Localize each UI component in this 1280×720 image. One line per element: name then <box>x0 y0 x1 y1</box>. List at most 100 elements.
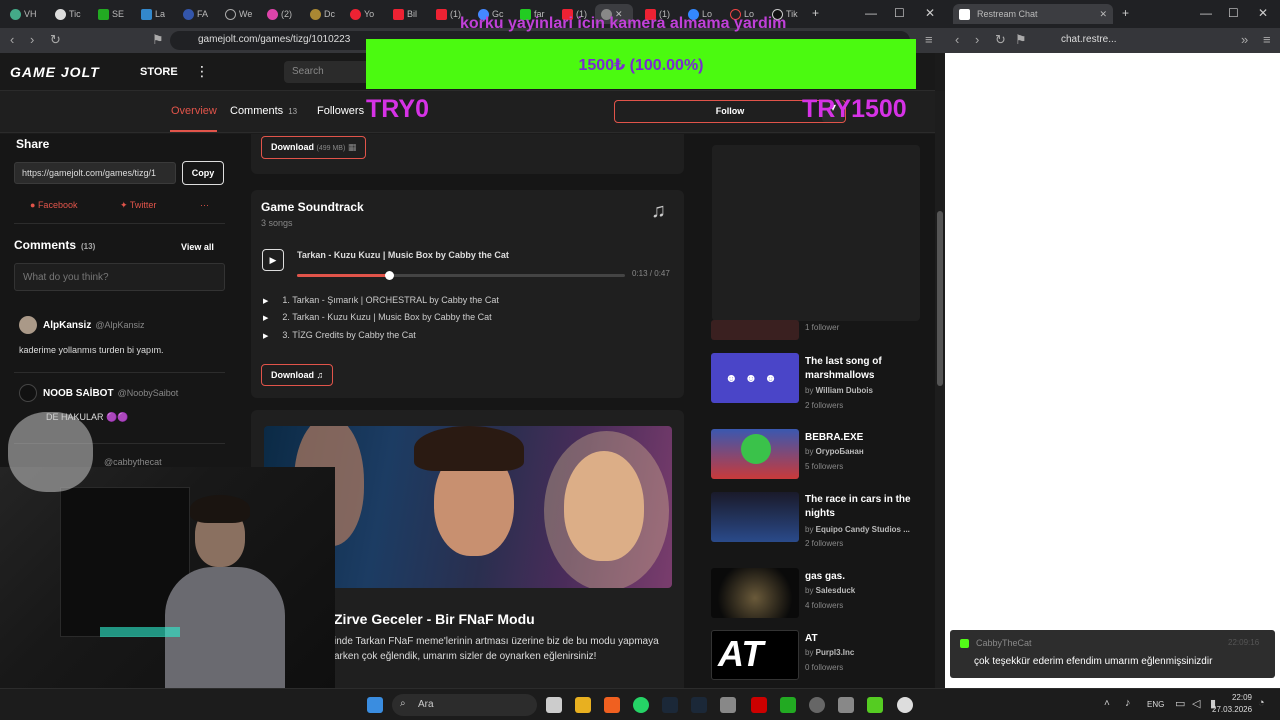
copy-button[interactable]: Copy <box>182 161 224 185</box>
new-tab-icon[interactable]: + <box>1122 6 1129 20</box>
browser-tab[interactable]: Yo <box>350 4 374 24</box>
steam-icon[interactable] <box>662 697 678 713</box>
app-icon[interactable] <box>720 697 736 713</box>
menu-icon[interactable]: ≡ <box>925 32 933 47</box>
url-text[interactable]: chat.restre... <box>1061 34 1117 45</box>
track-item[interactable]: ▶ 1. Tarkan - Şımarık | ORCHESTRAL by Cab… <box>263 295 499 305</box>
facebook-share[interactable]: ● Facebook <box>30 200 77 210</box>
browser-tab[interactable]: (2) <box>267 4 292 24</box>
avatar[interactable] <box>19 384 37 402</box>
store-link[interactable]: STORE <box>140 66 178 78</box>
minimize-icon[interactable]: — <box>865 6 877 20</box>
file-explorer-icon[interactable] <box>575 697 591 713</box>
menu-icon[interactable]: ≡ <box>1263 32 1271 47</box>
microphone-icon[interactable]: ♪ <box>1125 697 1131 709</box>
game-author[interactable]: by Salesduck <box>805 586 855 595</box>
clock-time[interactable]: 22:09 <box>1228 693 1252 702</box>
track-item[interactable]: ▶ 3. TİZG Credits by Cabby the Cat <box>263 330 416 340</box>
bookmark-icon[interactable]: ⚑ <box>1015 32 1027 48</box>
browser-tab[interactable]: VH <box>10 4 37 24</box>
browser-tab[interactable]: Tic <box>55 4 81 24</box>
game-thumbnail[interactable] <box>711 429 799 479</box>
search-input[interactable]: Search <box>284 61 374 83</box>
app-icon[interactable] <box>867 697 883 713</box>
game-author[interactable]: by Equipo Candy Studios ... <box>805 525 910 534</box>
tab-comments[interactable]: Comments 13 <box>230 105 297 117</box>
minimize-icon[interactable]: — <box>1200 6 1212 20</box>
app-icon[interactable] <box>780 697 796 713</box>
network-icon[interactable]: ▭ <box>1175 697 1185 710</box>
game-title[interactable]: The last song of marshmallows <box>805 355 920 383</box>
reload-icon[interactable]: ↻ <box>50 32 61 48</box>
scrollbar-thumb[interactable] <box>937 211 943 386</box>
game-title[interactable]: The race in cars in the nights <box>805 493 920 521</box>
app-icon[interactable] <box>809 697 825 713</box>
game-thumbnail[interactable] <box>711 568 799 618</box>
forward-icon[interactable]: › <box>975 32 979 47</box>
track-item[interactable]: ▶ 2. Tarkan - Kuzu Kuzu | Music Box by Ca… <box>263 312 492 322</box>
browser-tab-active[interactable]: Restream Chat ✕ <box>953 4 1113 24</box>
game-thumbnail[interactable] <box>711 320 799 340</box>
game-title[interactable]: BEBRA.EXE <box>805 431 920 445</box>
notifications-icon[interactable]: ◔ <box>1258 697 1265 709</box>
comment-author[interactable]: NOOB SAİBOT @NoobySaibot <box>43 388 178 399</box>
back-icon[interactable]: ‹ <box>955 32 959 47</box>
tray-chevron-icon[interactable]: ˄ <box>1104 698 1110 709</box>
browser-tab[interactable]: Bil <box>393 4 417 24</box>
gamejolt-logo[interactable]: GAME JOLT <box>10 64 100 80</box>
whatsapp-icon[interactable] <box>633 697 649 713</box>
comment-input[interactable]: What do you think? <box>14 263 225 291</box>
game-thumbnail[interactable]: ☻☻☻ <box>711 353 799 403</box>
game-author[interactable]: by William Dubois <box>805 386 873 395</box>
forward-icon[interactable]: › <box>30 32 34 47</box>
game-thumbnail[interactable] <box>711 492 799 542</box>
windows-start-icon[interactable] <box>367 697 383 713</box>
chat-username[interactable]: CabbyTheCat <box>976 638 1032 648</box>
language-indicator[interactable]: ENG <box>1147 700 1164 709</box>
volume-icon[interactable]: ◁ <box>1192 697 1200 710</box>
play-icon[interactable]: ▶ <box>263 333 268 340</box>
bookmark-icon[interactable]: ⚑ <box>152 32 164 48</box>
reload-icon[interactable]: ↻ <box>995 32 1006 48</box>
play-button[interactable]: ▶ <box>262 249 284 271</box>
new-tab-icon[interactable]: + <box>812 6 819 20</box>
more-menu-icon[interactable]: ⋮ <box>195 63 209 80</box>
obs-icon[interactable] <box>838 697 854 713</box>
avatar[interactable] <box>19 316 37 334</box>
maximize-icon[interactable]: ☐ <box>894 6 905 20</box>
close-tab-icon[interactable]: ✕ <box>1099 9 1107 20</box>
tab-followers[interactable]: Followers <box>317 105 364 117</box>
page-scrollbar[interactable] <box>935 91 945 688</box>
soundtrack-download-button[interactable]: Download ♫ <box>261 364 334 386</box>
game-title[interactable]: AT <box>805 632 920 646</box>
browser-tab[interactable]: FA <box>183 4 208 24</box>
steam-icon[interactable] <box>691 697 707 713</box>
extensions-icon[interactable]: » <box>1241 32 1248 47</box>
task-view-icon[interactable] <box>546 697 562 713</box>
game-author[interactable]: by Purpl3.Inc <box>805 648 854 657</box>
close-window-icon[interactable]: ✕ <box>1258 6 1268 20</box>
browser-tab[interactable]: SE <box>98 4 124 24</box>
comment-author[interactable]: AlpKansiz @AlpKansiz <box>43 320 145 331</box>
app-icon[interactable] <box>751 697 767 713</box>
back-icon[interactable]: ‹ <box>10 32 14 47</box>
audio-progress-handle[interactable] <box>384 271 394 280</box>
tab-overview[interactable]: Overview <box>171 105 217 117</box>
app-icon[interactable] <box>897 697 913 713</box>
clock-date[interactable]: 27.03.2026 <box>1212 705 1252 714</box>
play-icon[interactable]: ▶ <box>263 315 268 322</box>
play-icon[interactable]: ▶ <box>263 298 268 305</box>
audio-progress-bar[interactable] <box>297 271 625 280</box>
browser-tab[interactable]: We <box>225 4 252 24</box>
twitter-share[interactable]: ✦ Twitter <box>120 200 156 211</box>
browser-tab[interactable]: Dc <box>310 4 335 24</box>
taskbar-search[interactable]: ⌕ Ara <box>392 694 537 716</box>
browser-tab[interactable]: (1) <box>436 4 461 24</box>
game-author[interactable]: by ОгуроБанан <box>805 447 864 456</box>
share-url-input[interactable]: https://gamejolt.com/games/tizg/1 <box>14 162 176 184</box>
download-button[interactable]: Download (499 MB) ▦ <box>261 136 367 159</box>
browser-tab[interactable]: La <box>141 4 165 24</box>
brave-icon[interactable] <box>604 697 620 713</box>
close-window-icon[interactable]: ✕ <box>925 6 935 20</box>
game-thumbnail[interactable]: AT <box>711 630 799 680</box>
